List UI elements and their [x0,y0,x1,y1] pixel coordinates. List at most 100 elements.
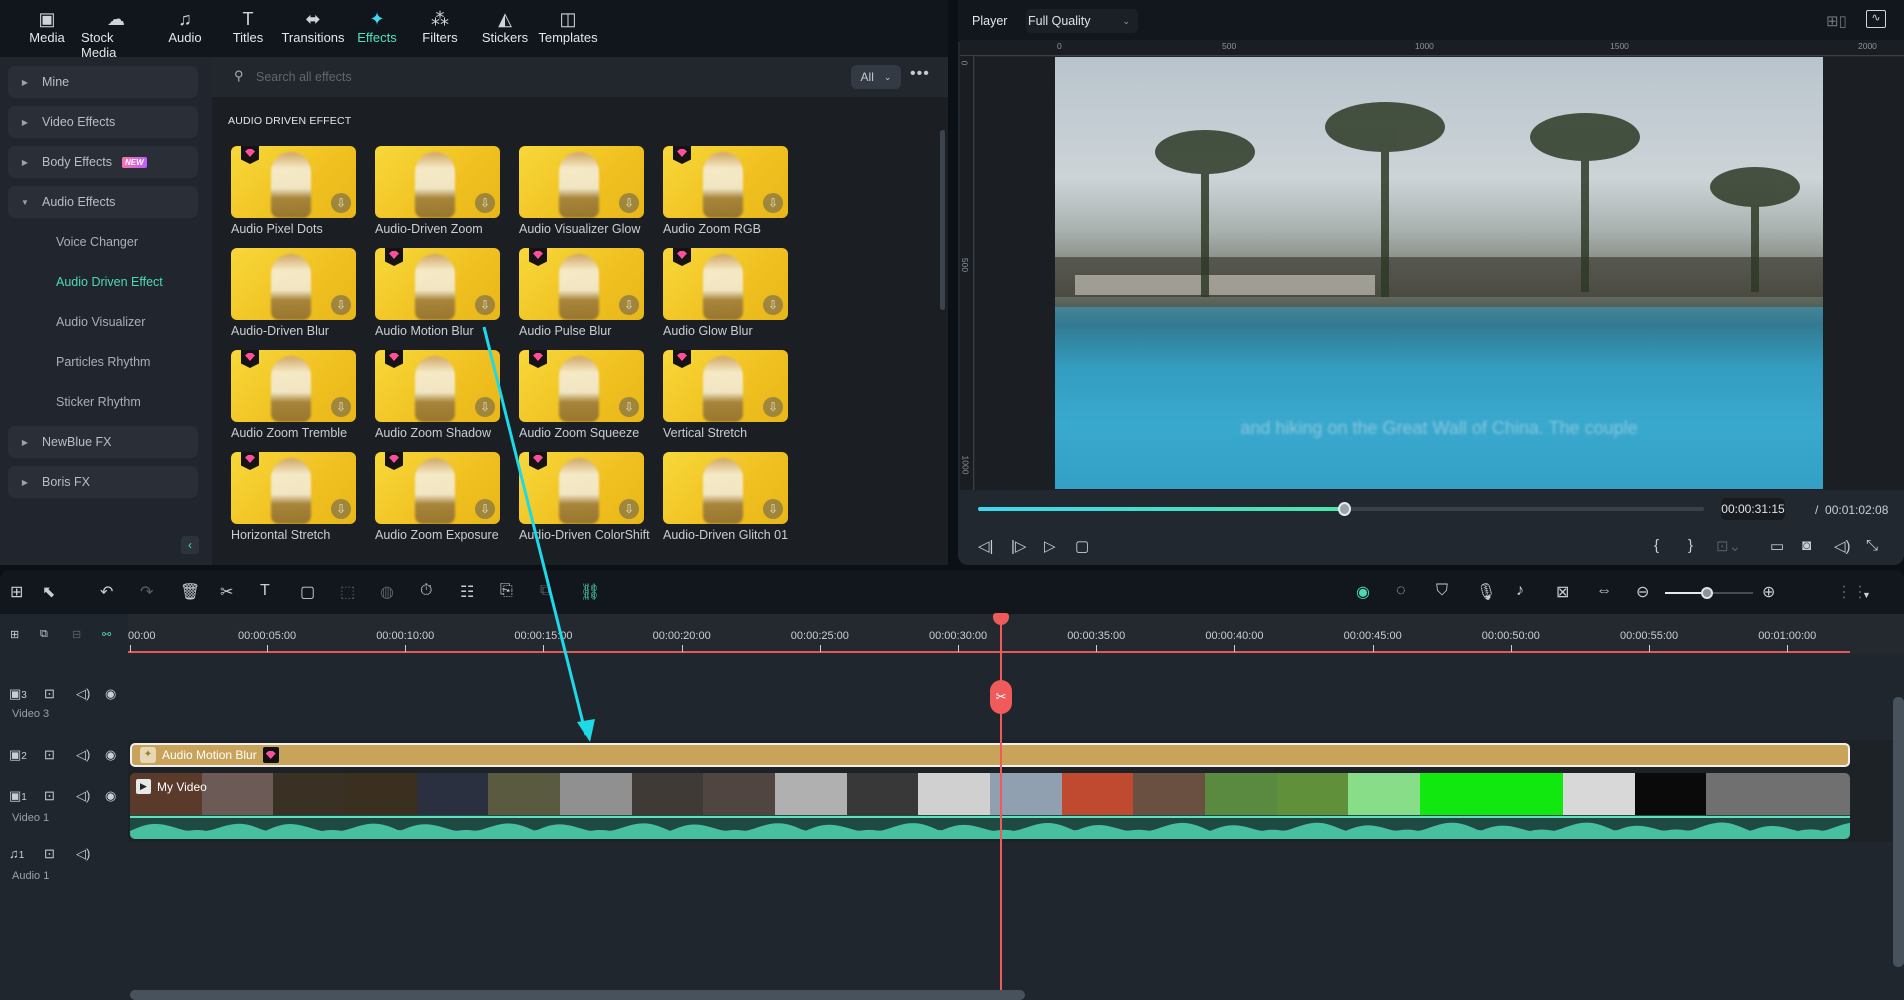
playhead-split-button[interactable]: ✂ [990,680,1012,714]
marker-icon[interactable]: ⛉ [1436,582,1448,600]
timeline-horizontal-scrollbar[interactable] [130,990,1025,1000]
toolbar-transitions[interactable]: ⬌ Transitions [277,8,349,45]
toolbar-media[interactable]: ▣ Media [12,8,82,45]
effect-tile[interactable]: ⇩ [231,452,356,524]
sidebar-item-sticker-rhythm[interactable]: Sticker Rhythm [56,395,141,409]
effect-tile[interactable]: ⇩ [519,350,644,422]
download-icon[interactable]: ⇩ [475,295,495,315]
fit-timeline-icon[interactable]: ⇔ [1596,582,1612,600]
download-icon[interactable]: ⇩ [619,193,639,213]
toolbar-titles[interactable]: T Titles [213,8,283,45]
effect-tile[interactable]: ⇩ [231,248,356,320]
toolbar-dropdown-icon[interactable]: ▼ [1862,590,1871,600]
sidebar-category-video-effects[interactable]: ▶ Video Effects [8,106,198,138]
adjust-sliders-icon[interactable]: ☷ [460,582,474,602]
visibility-eye-icon[interactable]: ◉ [105,686,116,702]
effect-tile[interactable]: ⇩ [375,452,500,524]
timeline-vertical-scrollbar[interactable] [1893,697,1904,967]
stop-button[interactable]: ▢ [1075,537,1089,555]
text-tool-icon[interactable]: T [260,582,270,600]
effect-tile[interactable]: ⇩ [231,146,356,218]
fullscreen-icon[interactable]: ⤡ [1866,537,1878,554]
lock-icon[interactable]: ⊡ [44,747,55,763]
effect-tile[interactable]: ⇩ [663,248,788,320]
download-icon[interactable]: ⇩ [475,397,495,417]
mark-in-button[interactable]: { [1654,537,1659,554]
split-scissors-icon[interactable]: ✂ [220,582,233,602]
microphone-icon[interactable]: 🎙 [1476,582,1496,602]
crop-icon[interactable]: ▢ [300,582,315,602]
download-icon[interactable]: ⇩ [331,295,351,315]
insert-clip-button[interactable]: ⊡⌄ [1716,537,1741,555]
mute-icon[interactable]: ◁) [76,747,90,763]
filter-dropdown[interactable]: All ⌄ [851,65,901,89]
lock-icon[interactable]: ⊡ [44,846,55,862]
playback-progress-handle[interactable] [1337,502,1351,516]
effect-tile[interactable]: ⇩ [519,248,644,320]
download-icon[interactable]: ⇩ [331,397,351,417]
undo-icon[interactable]: ↶ [100,582,113,602]
download-icon[interactable]: ⇩ [763,193,783,213]
layout-icon[interactable]: ⊞ [10,582,23,602]
toolbar-stickers[interactable]: ◭ Stickers [470,8,540,45]
mute-icon[interactable]: ◁) [76,686,90,702]
audio-mixer-icon[interactable]: ♪ [1516,582,1524,600]
quality-dropdown[interactable]: Full Quality ⌄ [1026,9,1138,33]
current-time[interactable]: 00:00:31:15 [1721,498,1785,520]
download-icon[interactable]: ⇩ [763,295,783,315]
download-icon[interactable]: ⇩ [619,397,639,417]
download-icon[interactable]: ⇩ [475,499,495,519]
mute-icon[interactable]: ◁) [76,846,90,862]
link-icon[interactable]: ⛓ [580,582,600,602]
snapshot-tool-icon[interactable]: ⊠ [1556,582,1569,602]
toolbar-templates[interactable]: ◫ Templates [533,8,603,45]
toolbar-stock-media[interactable]: ☁ Stock Media [81,8,151,60]
visibility-eye-icon[interactable]: ◉ [105,788,116,804]
sidebar-item-particles-rhythm[interactable]: Particles Rhythm [56,355,150,369]
zoom-in-icon[interactable]: ⊕ [1762,582,1775,602]
effect-tile[interactable]: ⇩ [519,452,644,524]
effect-tile[interactable]: ⇩ [519,146,644,218]
ai-assistant-icon[interactable]: ◉ [1356,582,1370,602]
playhead-line[interactable] [1000,614,1002,1000]
toolbar-effects[interactable]: ✦ Effects [342,8,412,45]
replace-icon[interactable]: ⧉ [540,582,551,600]
sidebar-item-audio-visualizer[interactable]: Audio Visualizer [56,315,145,329]
download-icon[interactable]: ⇩ [331,193,351,213]
redo-icon[interactable]: ↷ [140,582,153,602]
sidebar-category-body-effects[interactable]: ▶ Body Effects NEW [8,146,198,178]
sidebar-item-voice-changer[interactable]: Voice Changer [56,235,138,249]
video-clip[interactable] [130,773,1850,815]
select-tool-icon[interactable]: ⬉ [42,582,55,602]
speed-timer-icon[interactable]: ⏱ [420,582,432,600]
effect-tile[interactable]: ⇩ [231,350,356,422]
more-options-button[interactable]: ••• [910,65,930,83]
effects-scrollbar[interactable] [940,130,945,310]
play-button[interactable]: ▷ [1044,537,1056,555]
search-input[interactable] [256,66,836,88]
effect-tile[interactable]: ⇩ [663,452,788,524]
lock-icon[interactable]: ⊡ [44,686,55,702]
layout-toggle-icon[interactable]: ⊞▯ [1826,12,1847,30]
scopes-icon[interactable]: ∿ [1866,10,1886,28]
mute-icon[interactable]: ◁) [76,788,90,804]
download-icon[interactable]: ⇩ [475,193,495,213]
sidebar-category-boris-fx[interactable]: ▶ Boris FX [8,466,198,498]
sidebar-item-audio-driven-effect[interactable]: Audio Driven Effect [56,275,163,289]
ai-tool-icon[interactable]: ⬚ [340,582,355,602]
effect-tile[interactable]: ⇩ [375,146,500,218]
mark-out-button[interactable]: } [1688,537,1693,554]
color-palette-icon[interactable]: ◍ [380,582,394,602]
download-icon[interactable]: ⇩ [619,499,639,519]
timeline-zoom-handle[interactable] [1701,587,1713,599]
effect-tile[interactable]: ⇩ [375,350,500,422]
next-frame-button[interactable]: |▷ [1011,537,1026,555]
download-icon[interactable]: ⇩ [763,499,783,519]
collapse-sidebar-button[interactable]: ‹ [181,536,199,554]
lock-icon[interactable]: ⊡ [44,788,55,804]
display-settings-icon[interactable]: ▭ [1770,537,1784,555]
zoom-out-icon[interactable]: ⊖ [1636,582,1649,602]
effect-tile[interactable]: ⇩ [663,146,788,218]
download-icon[interactable]: ⇩ [619,295,639,315]
audio-waveform[interactable] [130,815,1850,839]
